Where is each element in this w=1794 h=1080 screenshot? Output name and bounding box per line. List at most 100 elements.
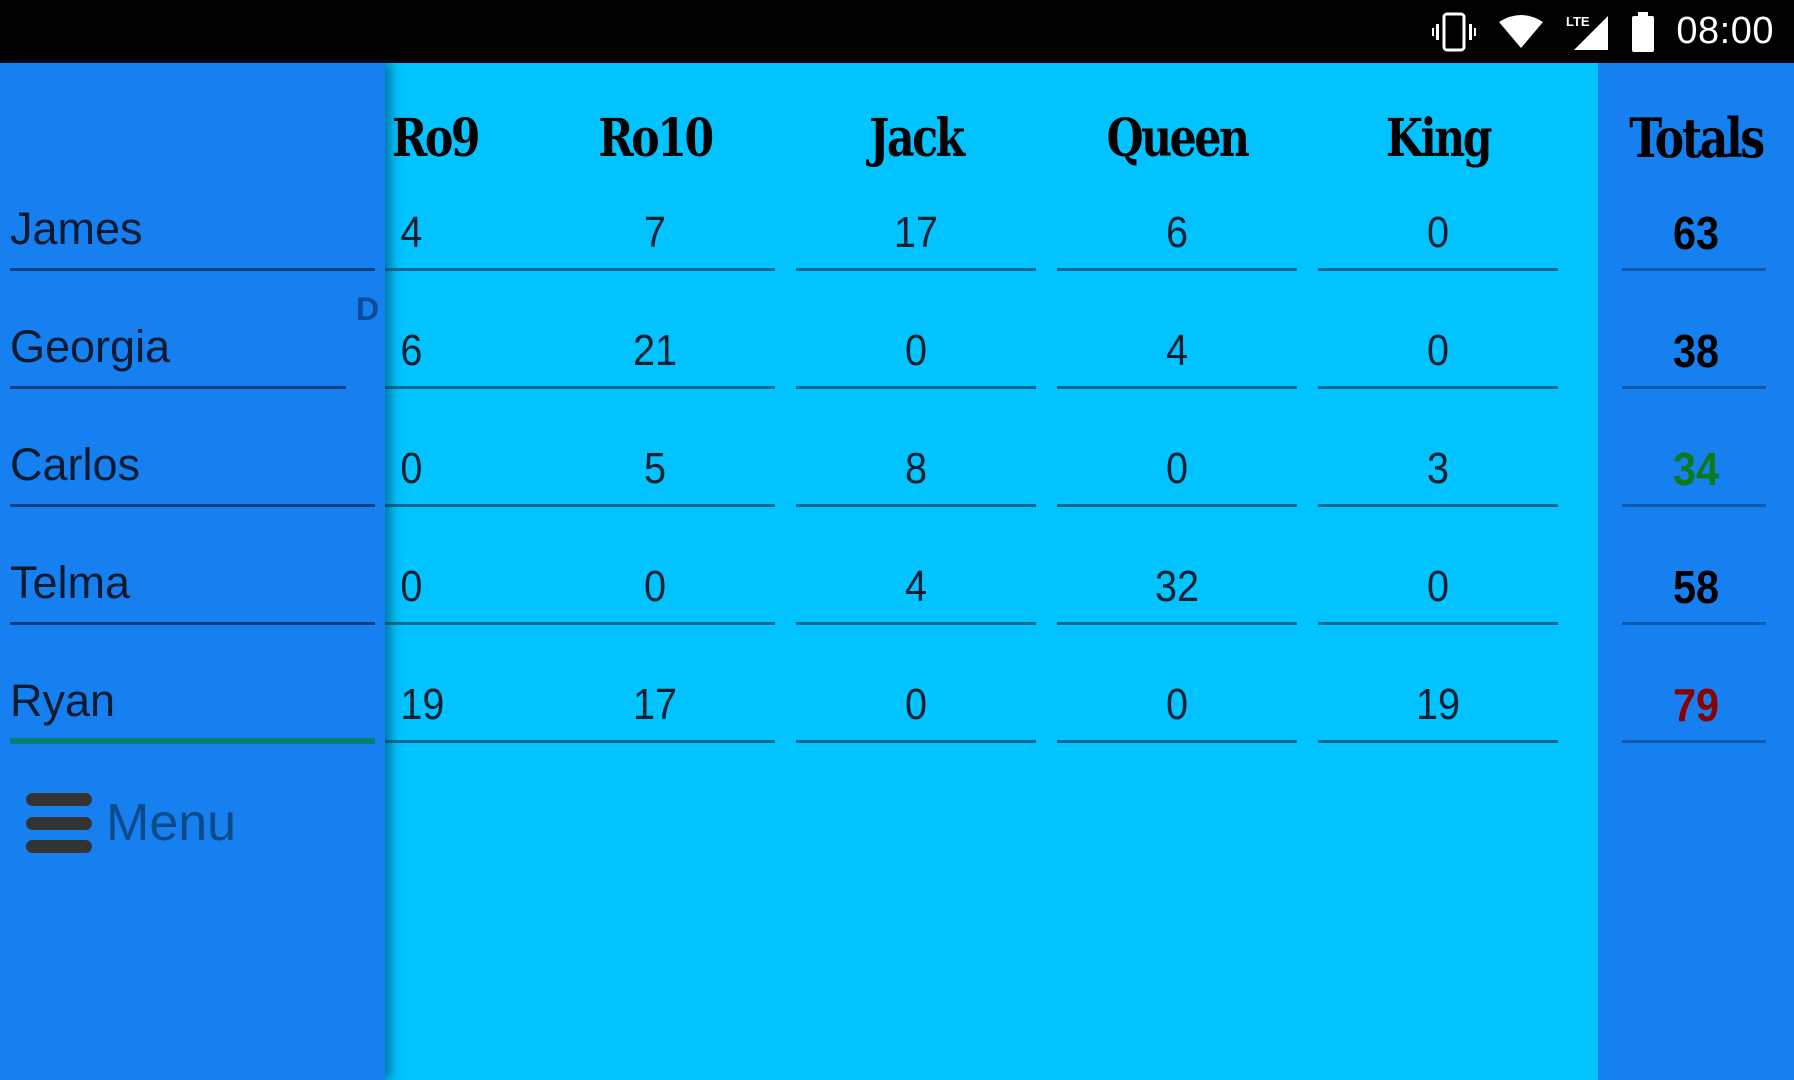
total-value: 34 (1672, 443, 1720, 495)
name-underline (10, 504, 375, 507)
score-value: 5 (643, 444, 667, 493)
score-cell[interactable]: 0 (385, 537, 540, 655)
score-underline (535, 504, 775, 507)
score-cell[interactable]: 17 (796, 183, 1036, 301)
score-underline (385, 386, 540, 389)
player-name-field[interactable]: James (10, 183, 375, 301)
score-cell[interactable]: 4 (1057, 301, 1297, 419)
wifi-icon (1498, 14, 1544, 50)
score-cell[interactable]: 4 (796, 537, 1036, 655)
score-cell[interactable]: 19 (1318, 655, 1558, 773)
total-underline (1622, 268, 1766, 271)
player-panel: D Menu James Georgia Carlos Telma Ryan (0, 63, 385, 1080)
score-cell[interactable]: 3 (1318, 419, 1558, 537)
total-value: 58 (1672, 561, 1720, 613)
total-underline (1622, 622, 1766, 625)
player-total: 79 (1598, 655, 1794, 773)
player-total: 63 (1598, 183, 1794, 301)
score-value: 19 (400, 680, 445, 729)
player-total: 34 (1598, 419, 1794, 537)
score-value: 0 (400, 562, 423, 611)
total-value: 38 (1672, 325, 1720, 377)
score-value: 32 (1154, 562, 1200, 611)
score-cell[interactable]: 0 (535, 537, 775, 655)
clock: 08:00 (1676, 10, 1774, 52)
name-underline (10, 268, 375, 271)
score-value: 17 (893, 208, 939, 257)
score-underline (535, 268, 775, 271)
svg-text:LTE: LTE (1566, 14, 1590, 29)
score-underline (385, 740, 540, 743)
total-underline (1622, 740, 1766, 743)
score-cell[interactable]: 4 (385, 183, 540, 301)
score-grid[interactable]: Ro9 Ro10 Jack Queen King 4 7 17 6 0 6 21 0 4 0 0 5 8 0 3 0 0 4… (385, 63, 1598, 1080)
menu-button[interactable]: Menu (26, 793, 236, 853)
column-header-ro9: Ro9 (391, 107, 481, 169)
player-name-field[interactable]: Carlos (10, 419, 375, 537)
column-header-ro10: Ro10 (598, 107, 714, 169)
score-underline (796, 740, 1036, 743)
score-value: 19 (1415, 680, 1461, 729)
score-underline (1318, 504, 1558, 507)
score-cell[interactable]: 7 (535, 183, 775, 301)
score-value: 0 (904, 680, 928, 729)
player-name: Carlos (10, 439, 141, 490)
score-cell[interactable]: 17 (535, 655, 775, 773)
player-total: 58 (1598, 537, 1794, 655)
player-total: 38 (1598, 301, 1794, 419)
score-cell[interactable]: 21 (535, 301, 775, 419)
name-underline (10, 386, 346, 389)
score-underline (1318, 740, 1558, 743)
vibrate-icon (1432, 12, 1477, 52)
score-cell[interactable]: 6 (1057, 183, 1297, 301)
player-name-field[interactable]: Ryan (10, 655, 375, 773)
score-underline (385, 622, 540, 625)
score-underline (1057, 740, 1297, 743)
score-value: 0 (904, 326, 928, 375)
score-cell[interactable]: 0 (796, 655, 1036, 773)
score-cell[interactable]: 0 (796, 301, 1036, 419)
score-underline (1318, 622, 1558, 625)
battery-icon (1632, 11, 1655, 52)
total-underline (1622, 386, 1766, 389)
score-underline (1318, 268, 1558, 271)
player-name: James (10, 203, 143, 254)
score-cell[interactable]: 0 (1057, 655, 1297, 773)
player-name: Ryan (10, 675, 116, 726)
score-underline (535, 386, 775, 389)
score-underline (1057, 386, 1297, 389)
score-value: 8 (904, 444, 928, 493)
score-value: 0 (1165, 444, 1189, 493)
score-underline (385, 504, 540, 507)
score-value: 0 (1426, 326, 1450, 375)
score-underline (1057, 504, 1297, 507)
score-cell[interactable]: 5 (535, 419, 775, 537)
player-name: Telma (10, 557, 131, 608)
player-name-field[interactable]: Georgia (10, 301, 375, 419)
score-value: 0 (400, 444, 423, 493)
lte-signal-icon: LTE (1566, 12, 1610, 52)
score-cell[interactable]: 0 (1318, 183, 1558, 301)
status-bar: LTE 08:00 (0, 0, 1794, 63)
total-value: 79 (1672, 679, 1720, 731)
score-cell[interactable]: 8 (796, 419, 1036, 537)
score-cell[interactable]: 0 (385, 419, 540, 537)
column-header-king: King (1385, 107, 1493, 169)
score-value: 4 (400, 208, 423, 257)
score-underline (796, 386, 1036, 389)
total-underline (1622, 504, 1766, 507)
score-cell[interactable]: 0 (1318, 301, 1558, 419)
focused-underline (10, 738, 375, 744)
player-name-field[interactable]: Telma (10, 537, 375, 655)
score-underline (1057, 622, 1297, 625)
score-cell[interactable]: 32 (1057, 537, 1297, 655)
score-value: 4 (1165, 326, 1189, 375)
score-cell[interactable]: 6 (385, 301, 540, 419)
score-value: 4 (904, 562, 928, 611)
score-underline (1057, 268, 1297, 271)
score-value: 0 (1426, 562, 1450, 611)
score-underline (796, 268, 1036, 271)
score-cell[interactable]: 0 (1318, 537, 1558, 655)
score-cell[interactable]: 0 (1057, 419, 1297, 537)
score-cell[interactable]: 19 (385, 655, 540, 773)
